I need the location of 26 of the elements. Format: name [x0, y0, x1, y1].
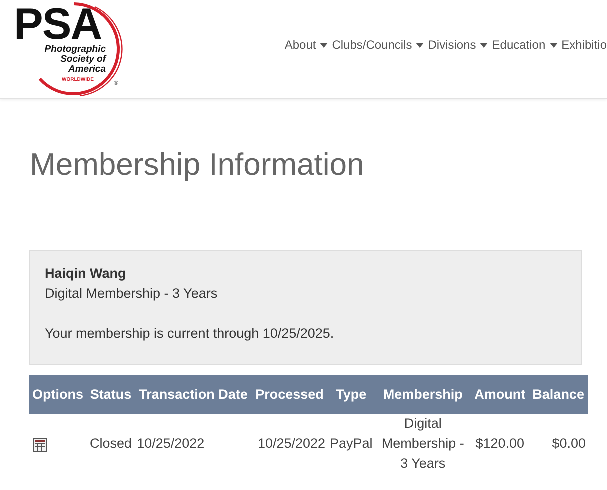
logo-name: Photographic Society of America: [44, 45, 106, 75]
table-cell: $120.00: [471, 414, 530, 474]
column-header: Amount: [471, 375, 530, 414]
table-cell: $0.00: [529, 414, 588, 474]
membership-status: Your membership is current through 10/25/2025.: [45, 325, 336, 343]
nav-link[interactable]: Clubs/Councils: [332, 38, 424, 52]
nav-link[interactable]: Divisions: [428, 38, 488, 52]
membership-type: Digital Membership - 3 Years: [45, 286, 218, 301]
nav-link[interactable]: Education: [492, 38, 558, 52]
table-cell: Closed: [87, 414, 136, 474]
member-name: Haiqin Wang: [45, 266, 126, 281]
column-header: Processed: [252, 375, 328, 414]
nav-link[interactable]: About: [284, 38, 328, 52]
table-cell: 10/25/2022: [252, 414, 328, 474]
column-header: Membership: [375, 375, 472, 414]
column-header: Options: [29, 375, 87, 414]
column-header: Type: [328, 375, 376, 414]
nav-link[interactable]: Exhibitio: [562, 38, 607, 52]
details-icon[interactable]: [33, 438, 47, 454]
column-header: Balance: [529, 375, 588, 414]
column-header: Transaction Date: [135, 375, 252, 414]
table-cell: 10/25/2022: [135, 414, 252, 474]
column-header: Status: [87, 375, 136, 414]
table-cell: PayPal: [328, 414, 376, 474]
table-cell: Digital Membership - 3 Years: [375, 414, 472, 474]
page-title: Membership Information: [30, 149, 366, 180]
